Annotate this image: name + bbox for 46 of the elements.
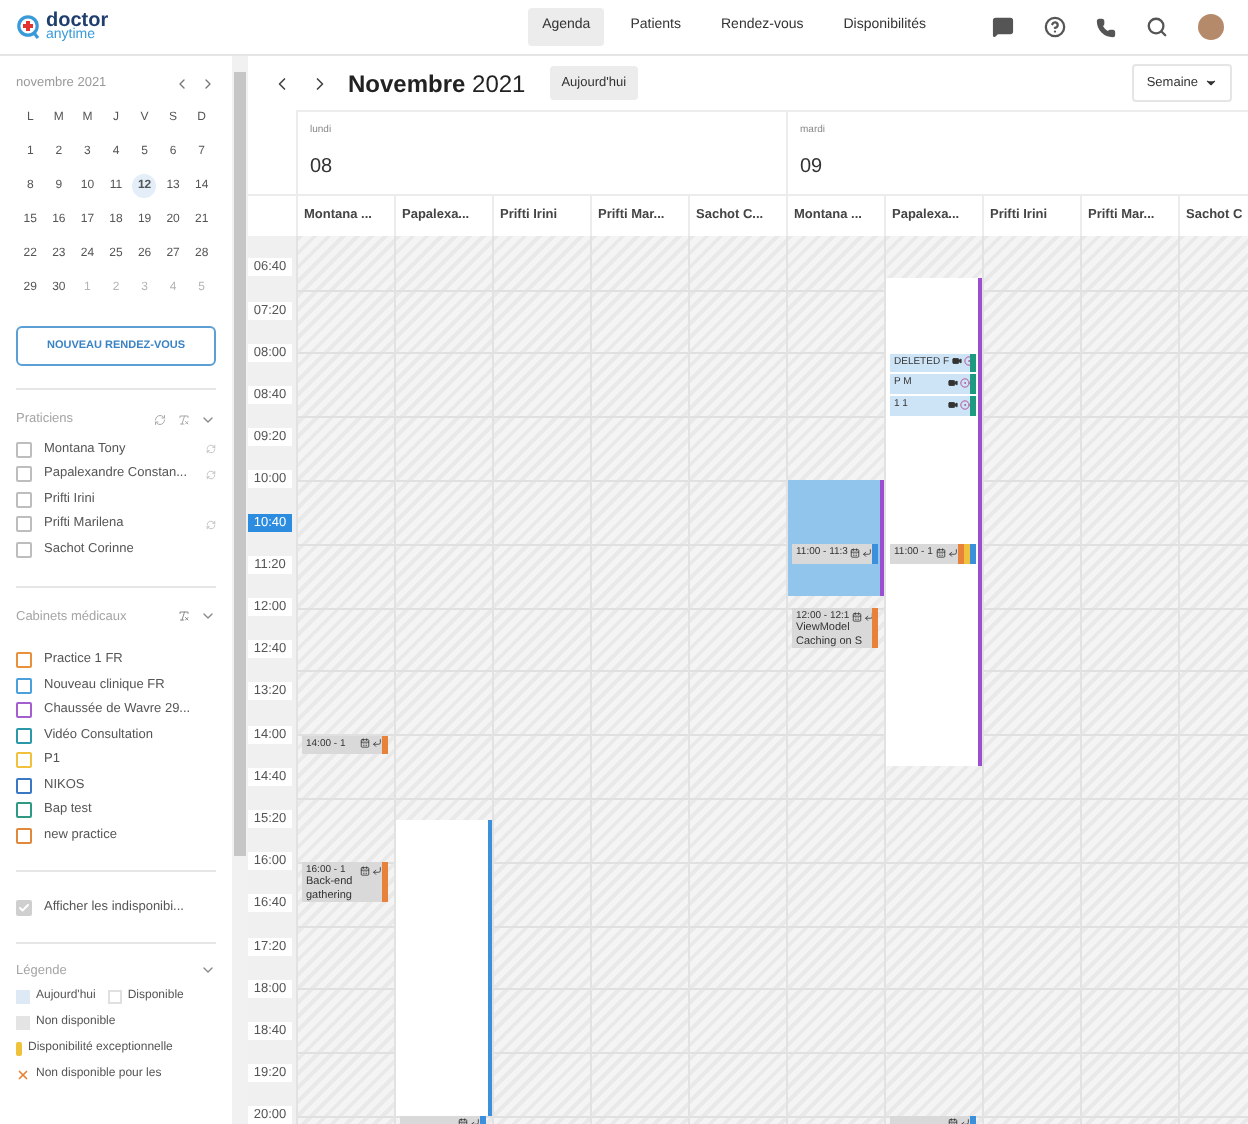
calendar-icon [850, 547, 860, 558]
avatar[interactable] [1198, 14, 1224, 40]
video-camera-icon [948, 377, 958, 388]
day-number: 09 [800, 153, 825, 181]
checkbox[interactable] [16, 727, 32, 744]
checkbox[interactable] [16, 491, 32, 507]
brand-name: doctor [46, 11, 109, 30]
previous-month-icon[interactable] [174, 75, 190, 92]
checkbox[interactable] [16, 827, 32, 844]
checkbox[interactable] [16, 802, 32, 819]
next-month-icon[interactable] [200, 75, 216, 92]
checkbox[interactable] [16, 516, 32, 532]
checkbox[interactable] [16, 752, 32, 769]
video-camera-icon [951, 356, 962, 367]
refresh-icon[interactable] [154, 413, 166, 426]
target-icon [960, 399, 970, 409]
calendar-icon [360, 738, 370, 749]
checkbox[interactable] [16, 702, 32, 719]
calendar-icon [936, 547, 946, 558]
video-camera-icon [948, 399, 958, 409]
caret-icon [1204, 76, 1218, 90]
search-icon[interactable] [1146, 16, 1168, 38]
logo-icon [16, 13, 40, 40]
checkbox[interactable] [16, 677, 32, 694]
scrollbar[interactable] [232, 56, 248, 1124]
available-slot[interactable] [396, 819, 492, 1116]
return-arrow-icon [863, 611, 874, 621]
checkbox[interactable] [16, 652, 32, 669]
return-arrow-icon [948, 547, 958, 558]
checkbox[interactable] [16, 541, 32, 557]
return-arrow-icon [372, 865, 382, 876]
chat-icon[interactable] [992, 16, 1014, 38]
checkbox[interactable] [16, 777, 32, 794]
scrollbar-thumb[interactable] [234, 72, 246, 856]
clear-format-icon[interactable] [178, 413, 190, 426]
calendar-icon [360, 865, 370, 876]
day-number: 08 [310, 153, 335, 181]
calendar-icon [851, 611, 862, 621]
checkbox[interactable] [16, 441, 32, 457]
return-arrow-icon [862, 547, 872, 558]
return-arrow-icon [372, 738, 382, 749]
help-icon[interactable] [1044, 16, 1066, 38]
checkbox[interactable] [16, 466, 32, 482]
calendar-title: Novembre 2021 [348, 67, 526, 101]
clear-format-icon[interactable] [178, 610, 190, 623]
phone-icon[interactable] [1096, 17, 1116, 37]
